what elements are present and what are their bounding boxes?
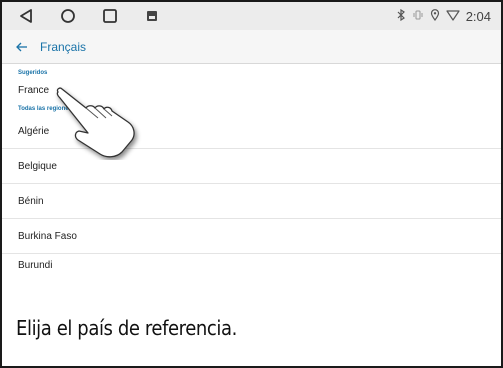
- page-title: Français: [40, 39, 87, 54]
- location-icon: [430, 8, 440, 24]
- screenshot-icon[interactable]: [142, 6, 162, 26]
- caption-text: Elija el país de referencia.: [16, 316, 237, 340]
- list-item[interactable]: Bénin: [2, 184, 501, 219]
- vibrate-icon: [412, 9, 424, 24]
- list-item[interactable]: Burkina Faso: [2, 219, 501, 254]
- nav-buttons: [16, 6, 162, 26]
- screenshot-frame: 2:04 Français Sugeridos France Todas las…: [0, 0, 503, 368]
- clock: 2:04: [465, 8, 491, 24]
- section-label-suggested: Sugeridos: [18, 70, 48, 76]
- back-triangle-icon[interactable]: [16, 6, 36, 26]
- arrow-left-icon[interactable]: [16, 39, 34, 55]
- app-header: Français: [2, 30, 501, 64]
- status-icons: 2:04: [396, 8, 491, 24]
- list-item[interactable]: Burundi: [2, 254, 501, 274]
- home-circle-icon[interactable]: [58, 6, 78, 26]
- wifi-icon: [446, 9, 460, 24]
- recents-square-icon[interactable]: [100, 6, 120, 26]
- instruction-caption: Elija el país de referencia.: [2, 288, 501, 366]
- hand-pointer-icon: [56, 87, 135, 158]
- bluetooth-icon: [396, 8, 406, 24]
- status-bar: 2:04: [2, 2, 501, 30]
